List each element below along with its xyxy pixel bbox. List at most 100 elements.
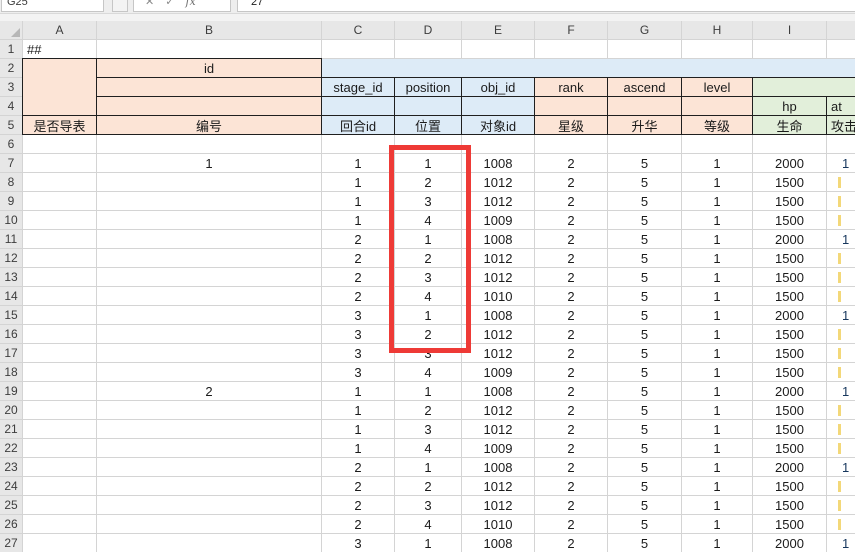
cell-F20[interactable]: 2 <box>535 401 607 419</box>
cell-J5[interactable]: 攻击 <box>827 116 855 134</box>
row-header-26[interactable]: 26 <box>0 515 22 533</box>
cell-E12[interactable]: 1012 <box>462 249 534 267</box>
cell-C12[interactable]: 2 <box>322 249 394 267</box>
cell-F22[interactable]: 2 <box>535 439 607 457</box>
cell-D23[interactable]: 1 <box>395 458 461 476</box>
cell-H7[interactable]: 1 <box>682 154 752 172</box>
cell-E23[interactable]: 1008 <box>462 458 534 476</box>
cell-G12[interactable]: 5 <box>608 249 681 267</box>
cell-G9[interactable]: 5 <box>608 192 681 210</box>
cell-A19[interactable] <box>23 382 96 400</box>
cell-J15-partial[interactable]: 1 <box>827 306 855 324</box>
cell-I18[interactable]: 1500 <box>753 363 826 381</box>
cell-E6[interactable] <box>462 135 534 153</box>
cell-F4[interactable] <box>535 97 607 115</box>
cell-A20[interactable] <box>23 401 96 419</box>
cell-A22[interactable] <box>23 439 96 457</box>
cell-I9[interactable]: 1500 <box>753 192 826 210</box>
cell-H14[interactable]: 1 <box>682 287 752 305</box>
cell-I20[interactable]: 1500 <box>753 401 826 419</box>
cell-J22-partial[interactable] <box>827 439 855 457</box>
cell-E27[interactable]: 1008 <box>462 534 534 552</box>
cell-J18-partial[interactable] <box>827 363 855 381</box>
cell-G20[interactable]: 5 <box>608 401 681 419</box>
cell-F15[interactable]: 2 <box>535 306 607 324</box>
cell-G8[interactable]: 5 <box>608 173 681 191</box>
cell-row1-3[interactable] <box>97 40 321 58</box>
cell-G19[interactable]: 5 <box>608 382 681 400</box>
cell-J4[interactable]: at <box>827 97 855 115</box>
cell-J8-partial[interactable] <box>827 173 855 191</box>
cell-D22[interactable]: 4 <box>395 439 461 457</box>
cell-J13-partial[interactable] <box>827 268 855 286</box>
cell-I15[interactable]: 2000 <box>753 306 826 324</box>
cell-H8[interactable]: 1 <box>682 173 752 191</box>
cell-J6-partial[interactable] <box>827 135 855 153</box>
cell-B3[interactable] <box>97 78 321 96</box>
cell-C9[interactable]: 1 <box>322 192 394 210</box>
cell-C11[interactable]: 2 <box>322 230 394 248</box>
cell-A10[interactable] <box>23 211 96 229</box>
formula-bar[interactable]: 27 <box>237 0 855 12</box>
cell-C14[interactable]: 2 <box>322 287 394 305</box>
cell-F16[interactable]: 2 <box>535 325 607 343</box>
cell-H25[interactable]: 1 <box>682 496 752 514</box>
cell-D27[interactable]: 1 <box>395 534 461 552</box>
cell-D14[interactable]: 4 <box>395 287 461 305</box>
cell-I22[interactable]: 1500 <box>753 439 826 457</box>
cell-A14[interactable] <box>23 287 96 305</box>
cell-H19[interactable]: 1 <box>682 382 752 400</box>
cell-F13[interactable]: 2 <box>535 268 607 286</box>
cell-D6[interactable] <box>395 135 461 153</box>
cell-H3[interactable]: level <box>682 78 752 96</box>
cell-C5[interactable]: 回合id <box>322 116 394 134</box>
cell-I24[interactable]: 1500 <box>753 477 826 495</box>
cell-J10-partial[interactable] <box>827 211 855 229</box>
cell-G26[interactable]: 5 <box>608 515 681 533</box>
cell-J24-partial[interactable] <box>827 477 855 495</box>
column-header-J-partial[interactable] <box>827 21 855 39</box>
cell-I23[interactable]: 2000 <box>753 458 826 476</box>
cell-row1-5[interactable] <box>395 40 461 58</box>
cell-A8[interactable] <box>23 173 96 191</box>
row-header-16[interactable]: 16 <box>0 325 22 343</box>
cell-H20[interactable]: 1 <box>682 401 752 419</box>
cell-F14[interactable]: 2 <box>535 287 607 305</box>
cell-H15[interactable]: 1 <box>682 306 752 324</box>
cell-D20[interactable]: 2 <box>395 401 461 419</box>
cell-I25[interactable]: 1500 <box>753 496 826 514</box>
cell-G18[interactable]: 5 <box>608 363 681 381</box>
cell-C26[interactable]: 2 <box>322 515 394 533</box>
cell-E11[interactable]: 1008 <box>462 230 534 248</box>
cell-J20-partial[interactable] <box>827 401 855 419</box>
cell-J11-partial[interactable]: 1 <box>827 230 855 248</box>
cell-J14-partial[interactable] <box>827 287 855 305</box>
cell-I3-J3[interactable] <box>753 78 855 96</box>
row-header-3[interactable]: 3 <box>0 78 22 96</box>
cell-B12[interactable] <box>97 249 321 267</box>
cell-J23-partial[interactable]: 1 <box>827 458 855 476</box>
cell-A27[interactable] <box>23 534 96 552</box>
cell-F5[interactable]: 星级 <box>535 116 607 134</box>
cell-F23[interactable]: 2 <box>535 458 607 476</box>
cell-C27[interactable]: 3 <box>322 534 394 552</box>
cell-H23[interactable]: 1 <box>682 458 752 476</box>
cell-E19[interactable]: 1008 <box>462 382 534 400</box>
cell-J9-partial[interactable] <box>827 192 855 210</box>
cell-A11[interactable] <box>23 230 96 248</box>
cell-C21[interactable]: 1 <box>322 420 394 438</box>
cell-E24[interactable]: 1012 <box>462 477 534 495</box>
cell-B9[interactable] <box>97 192 321 210</box>
row-header-1[interactable]: 1 <box>0 40 22 58</box>
cell-E10[interactable]: 1009 <box>462 211 534 229</box>
column-header-F[interactable]: F <box>535 21 607 39</box>
cell-G6[interactable] <box>608 135 681 153</box>
cell-H11[interactable]: 1 <box>682 230 752 248</box>
cell-B14[interactable] <box>97 287 321 305</box>
cell-H10[interactable]: 1 <box>682 211 752 229</box>
row-header-15[interactable]: 15 <box>0 306 22 324</box>
cell-J7-partial[interactable]: 1 <box>827 154 855 172</box>
cell-D21[interactable]: 3 <box>395 420 461 438</box>
cell-B4[interactable] <box>97 97 321 115</box>
cell-G4[interactable] <box>608 97 681 115</box>
